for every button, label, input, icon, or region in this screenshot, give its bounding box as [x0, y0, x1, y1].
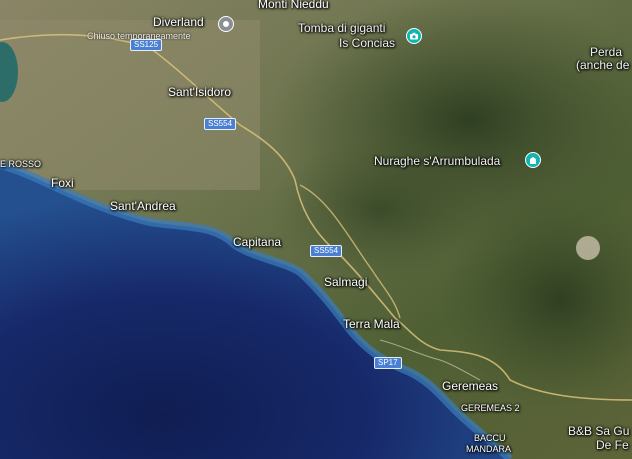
diverland-pin-icon[interactable]: [218, 16, 234, 32]
satellite-map[interactable]: Monti Nieddu Diverland Chiuso temporanea…: [0, 0, 632, 459]
road-shield-ss554-south[interactable]: SS554: [310, 245, 343, 257]
label-tomba-line2[interactable]: Is Concias: [339, 37, 395, 50]
label-tomba-line1[interactable]: Tomba di giganti: [298, 22, 385, 35]
label-capitana[interactable]: Capitana: [233, 236, 281, 249]
label-salmagi[interactable]: Salmagi: [324, 276, 367, 289]
monument-glyph-icon: [530, 157, 536, 164]
label-nuraghe[interactable]: Nuraghe s'Arrumbulada: [374, 155, 500, 168]
label-diverland[interactable]: Diverland: [153, 16, 204, 29]
road-shield-ss554-north[interactable]: SS554: [204, 118, 237, 130]
label-bb-line1[interactable]: B&B Sa Gu: [568, 425, 629, 438]
road-shield-sp17[interactable]: SP17: [374, 357, 402, 369]
label-baccu-line1[interactable]: BACCU: [474, 433, 506, 443]
terrain-imagery: [0, 0, 632, 459]
label-bb-line2[interactable]: De Fe: [596, 439, 629, 452]
label-terra-mala[interactable]: Terra Mala: [343, 318, 400, 331]
label-geremeas[interactable]: Geremeas: [442, 380, 498, 393]
label-santisidoro[interactable]: Sant'Isidoro: [168, 86, 231, 99]
camera-glyph-icon: [410, 32, 418, 40]
nuraghe-monument-icon[interactable]: [525, 152, 541, 168]
label-perda-line2[interactable]: (anche de: [576, 59, 629, 72]
label-monti-nieddu[interactable]: Monti Nieddu: [258, 0, 329, 11]
label-perda-line1[interactable]: Perda: [590, 46, 622, 59]
label-santandrea[interactable]: Sant'Andrea: [110, 200, 176, 213]
label-foxi[interactable]: Foxi: [51, 177, 74, 190]
attraction-icon: [223, 21, 229, 27]
camera-icon[interactable]: [406, 28, 422, 44]
label-baccu-line2[interactable]: MANDARA: [466, 444, 511, 454]
label-rosso[interactable]: E ROSSO: [0, 159, 41, 169]
label-geremeas-2[interactable]: GEREMEAS 2: [461, 403, 520, 413]
road-shield-ss125[interactable]: SS125: [130, 39, 163, 51]
